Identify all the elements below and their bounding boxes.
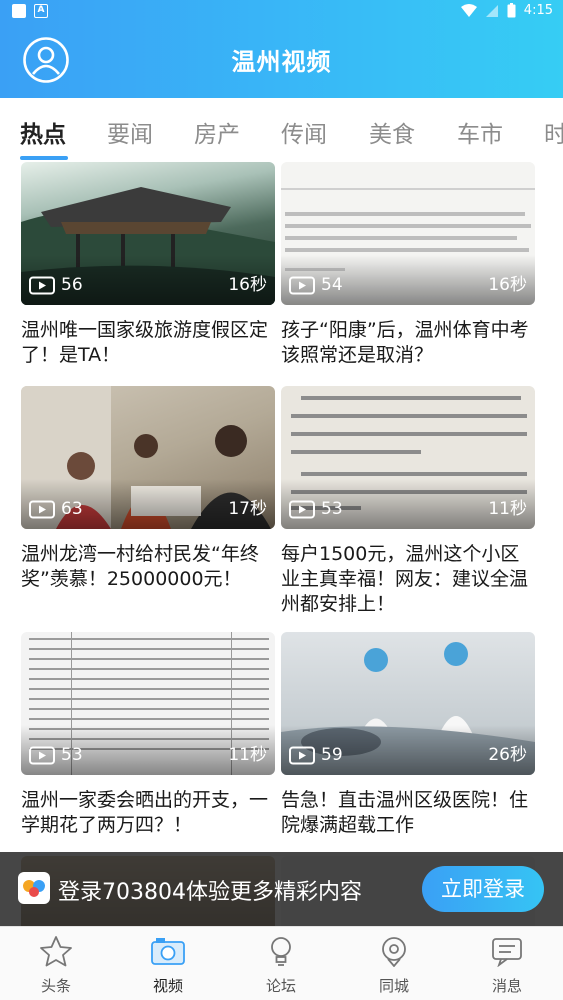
play-count: 53 — [289, 499, 343, 519]
play-count: 56 — [29, 275, 83, 295]
video-title[interactable]: 告急！直击温州区级医院！住院爆满超载工作 — [281, 788, 535, 838]
login-promo-banner: 登录703804体验更多精彩内容 立即登录 — [0, 852, 563, 926]
message-icon — [492, 938, 522, 967]
tab-hot[interactable]: 热点 — [20, 115, 66, 149]
video-play-icon — [29, 276, 55, 294]
video-duration: 26秒 — [488, 745, 527, 765]
video-play-icon — [289, 276, 315, 294]
notification-a-icon: A — [34, 4, 48, 18]
star-icon — [40, 936, 72, 967]
tab-property[interactable]: 房产 — [194, 115, 240, 149]
app-logo-icon — [18, 872, 50, 904]
video-card[interactable]: 53 11秒 每户1500元，温州这个小区业主真幸福！网友：建议全温州都安排上！ — [281, 386, 535, 617]
video-title[interactable]: 温州一家委会晒出的开支，一学期花了两万四？！ — [21, 788, 275, 838]
video-thumbnail[interactable]: 63 17秒 — [21, 386, 275, 529]
camera-icon — [151, 938, 185, 965]
video-title[interactable]: 温州龙湾一村给村民发“年终奖”羡慕！25000000元！ — [21, 542, 275, 592]
nav-item-local[interactable]: 同城 — [338, 927, 450, 1000]
tab-more[interactable]: 时 — [544, 115, 563, 149]
video-duration: 16秒 — [228, 275, 267, 295]
video-title[interactable]: 每户1500元，温州这个小区业主真幸福！网友：建议全温州都安排上！ — [281, 542, 535, 617]
status-bar: A 4:15 — [0, 0, 563, 24]
video-play-icon — [289, 500, 315, 518]
play-count: 59 — [289, 745, 343, 765]
video-play-icon — [29, 746, 55, 764]
video-duration: 17秒 — [228, 499, 267, 519]
video-card[interactable]: 53 11秒 温州一家委会晒出的开支，一学期花了两万四？！ — [21, 632, 275, 838]
category-tabs: 热点 要闻 房产 传闻 美食 车市 时 — [0, 98, 563, 164]
video-title[interactable]: 孩子“阳康”后，温州体育中考该照常还是取消？ — [281, 318, 535, 368]
video-thumbnail[interactable]: 53 11秒 — [21, 632, 275, 775]
tab-food[interactable]: 美食 — [369, 115, 415, 149]
login-promo-text: 登录703804体验更多精彩内容 — [58, 880, 362, 905]
nav-label: 论坛 — [265, 977, 296, 995]
video-thumbnail[interactable]: 54 16秒 — [281, 162, 535, 305]
bulb-icon — [271, 937, 291, 966]
video-card[interactable]: 56 16秒 温州唯一国家级旅游度假区定了！是TA！ — [21, 162, 275, 368]
status-time: 4:15 — [523, 3, 553, 18]
video-play-icon — [289, 746, 315, 764]
video-duration: 11秒 — [488, 499, 527, 519]
play-count: 54 — [289, 275, 343, 295]
video-card[interactable]: 59 26秒 告急！直击温州区级医院！住院爆满超载工作 — [281, 632, 535, 838]
login-now-button[interactable]: 立即登录 — [422, 866, 544, 912]
tab-cars[interactable]: 车市 — [457, 115, 503, 149]
signal-icon — [485, 4, 498, 17]
location-icon — [382, 937, 406, 967]
tab-news[interactable]: 要闻 — [107, 115, 153, 149]
video-thumbnail[interactable]: 53 11秒 — [281, 386, 535, 529]
view-count: 59 — [321, 745, 343, 765]
battery-icon — [507, 3, 516, 18]
app-header: A 4:15 温州视频 — [0, 0, 563, 98]
video-card[interactable]: 63 17秒 温州龙湾一村给村民发“年终奖”羡慕！25000000元！ — [21, 386, 275, 592]
active-tab-indicator — [20, 156, 68, 160]
nav-item-headlines[interactable]: 头条 — [0, 927, 112, 1000]
notification-icon — [12, 4, 26, 18]
play-count: 63 — [29, 499, 83, 519]
video-thumbnail[interactable]: 56 16秒 — [21, 162, 275, 305]
nav-label: 头条 — [40, 977, 71, 995]
nav-label: 视频 — [152, 977, 183, 995]
video-play-icon — [29, 500, 55, 518]
nav-label: 消息 — [491, 977, 522, 995]
bottom-nav: 头条 视频 论坛 同城 消息 — [0, 926, 563, 1000]
nav-item-video[interactable]: 视频 — [112, 927, 224, 1000]
video-card[interactable]: 54 16秒 孩子“阳康”后，温州体育中考该照常还是取消？ — [281, 162, 535, 368]
nav-item-forum[interactable]: 论坛 — [225, 927, 337, 1000]
tab-rumor[interactable]: 传闻 — [281, 115, 327, 149]
video-duration: 16秒 — [488, 275, 527, 295]
nav-label: 同城 — [378, 977, 409, 995]
view-count: 63 — [61, 499, 83, 519]
app-screen: A 4:15 温州视频 热点 要闻 房产 传闻 美食 车市 时 56 16秒 温… — [0, 0, 563, 1000]
video-title[interactable]: 温州唯一国家级旅游度假区定了！是TA！ — [21, 318, 275, 368]
video-duration: 11秒 — [228, 745, 267, 765]
video-thumbnail[interactable]: 59 26秒 — [281, 632, 535, 775]
nav-item-messages[interactable]: 消息 — [451, 927, 563, 1000]
wifi-icon — [460, 3, 477, 17]
view-count: 53 — [61, 745, 83, 765]
view-count: 54 — [321, 275, 343, 295]
view-count: 56 — [61, 275, 83, 295]
page-title: 温州视频 — [231, 48, 332, 76]
play-count: 53 — [29, 745, 83, 765]
view-count: 53 — [321, 499, 343, 519]
